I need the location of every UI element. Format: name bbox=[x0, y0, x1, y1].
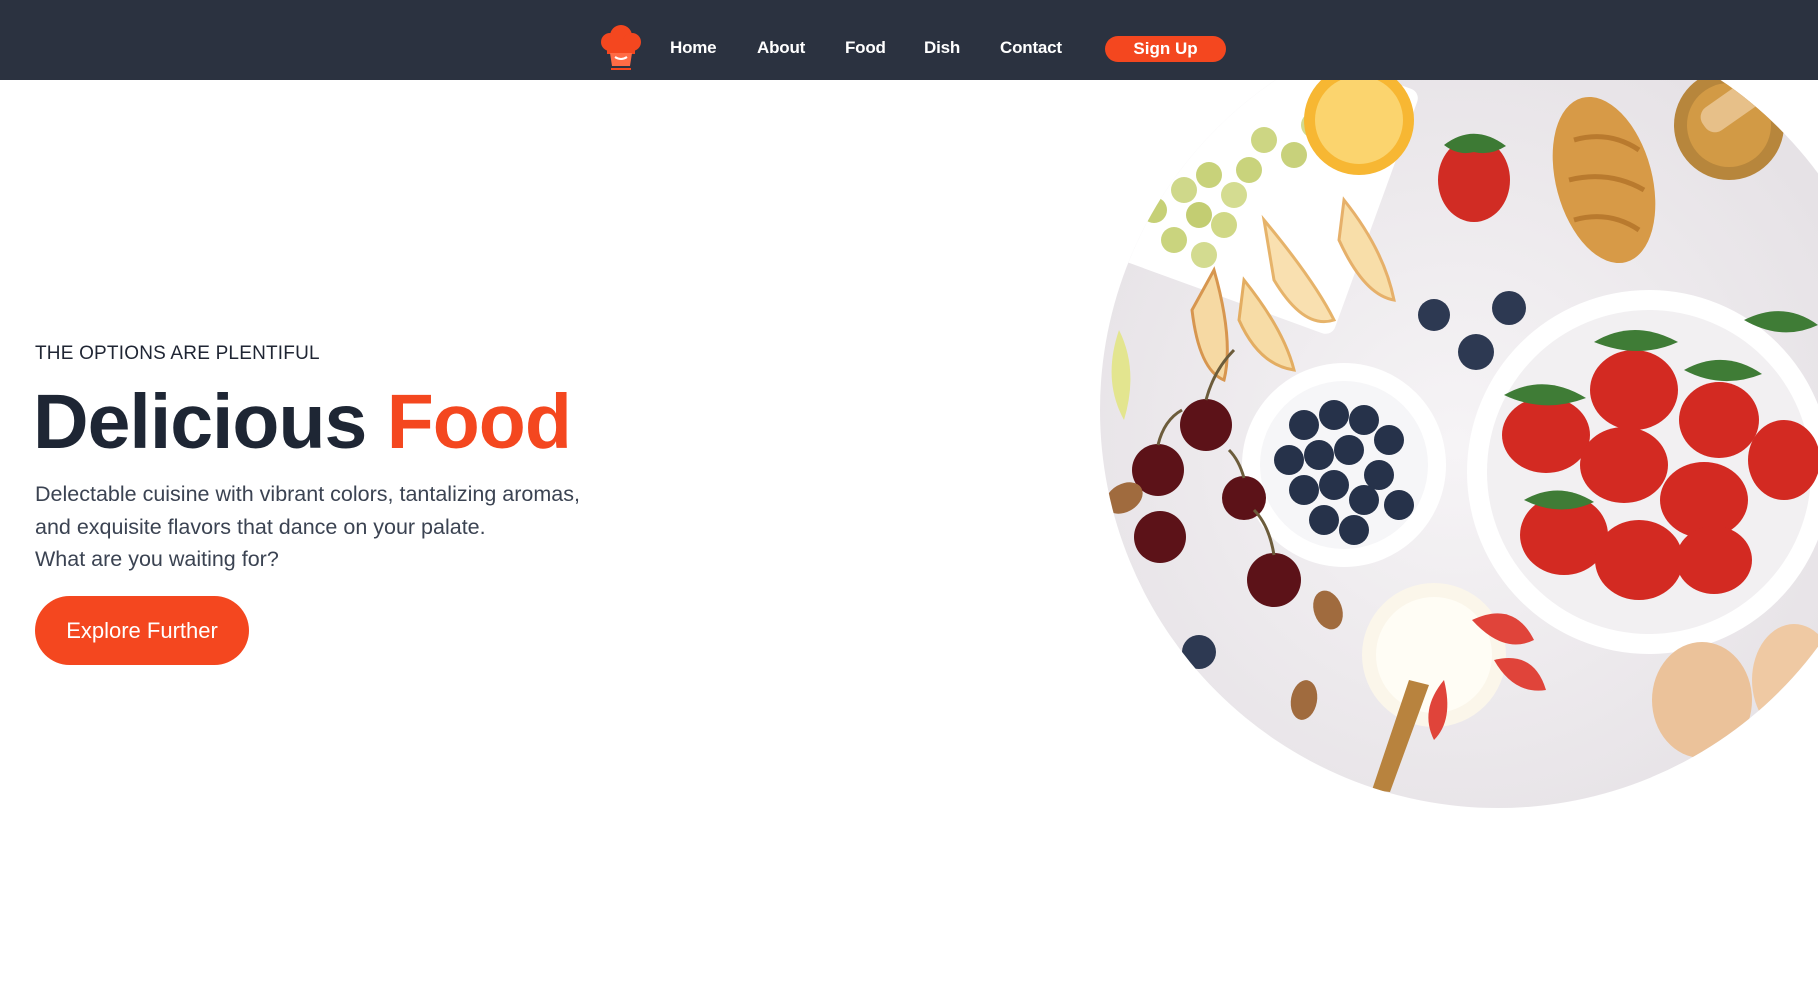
explore-further-button[interactable]: Explore Further bbox=[35, 596, 249, 665]
headline-main: Delicious bbox=[33, 379, 367, 465]
nav-link-home[interactable]: Home bbox=[670, 38, 717, 58]
description-line: Delectable cuisine with vibrant colors, … bbox=[35, 482, 580, 506]
nav-link-dish[interactable]: Dish bbox=[924, 38, 960, 58]
sign-up-button[interactable]: Sign Up bbox=[1105, 36, 1226, 62]
hero-headline: Delicious Food bbox=[33, 379, 572, 465]
description-line: What are you waiting for? bbox=[35, 547, 279, 571]
page: Home About Food Dish Contact Sign Up THE… bbox=[0, 0, 1818, 988]
nav-link-food[interactable]: Food bbox=[845, 38, 886, 58]
headline-accent: Food bbox=[386, 379, 572, 465]
nav-link-contact[interactable]: Contact bbox=[1000, 38, 1062, 58]
food-platter-image bbox=[1100, 80, 1818, 808]
hero-eyebrow: THE OPTIONS ARE PLENTIFUL bbox=[35, 343, 320, 364]
hero-description: Delectable cuisine with vibrant colors, … bbox=[35, 478, 675, 576]
navbar: Home About Food Dish Contact Sign Up bbox=[0, 0, 1818, 80]
description-line: and exquisite flavors that dance on your… bbox=[35, 514, 486, 539]
chef-hat-icon[interactable] bbox=[596, 22, 646, 72]
nav-link-about[interactable]: About bbox=[757, 38, 805, 58]
